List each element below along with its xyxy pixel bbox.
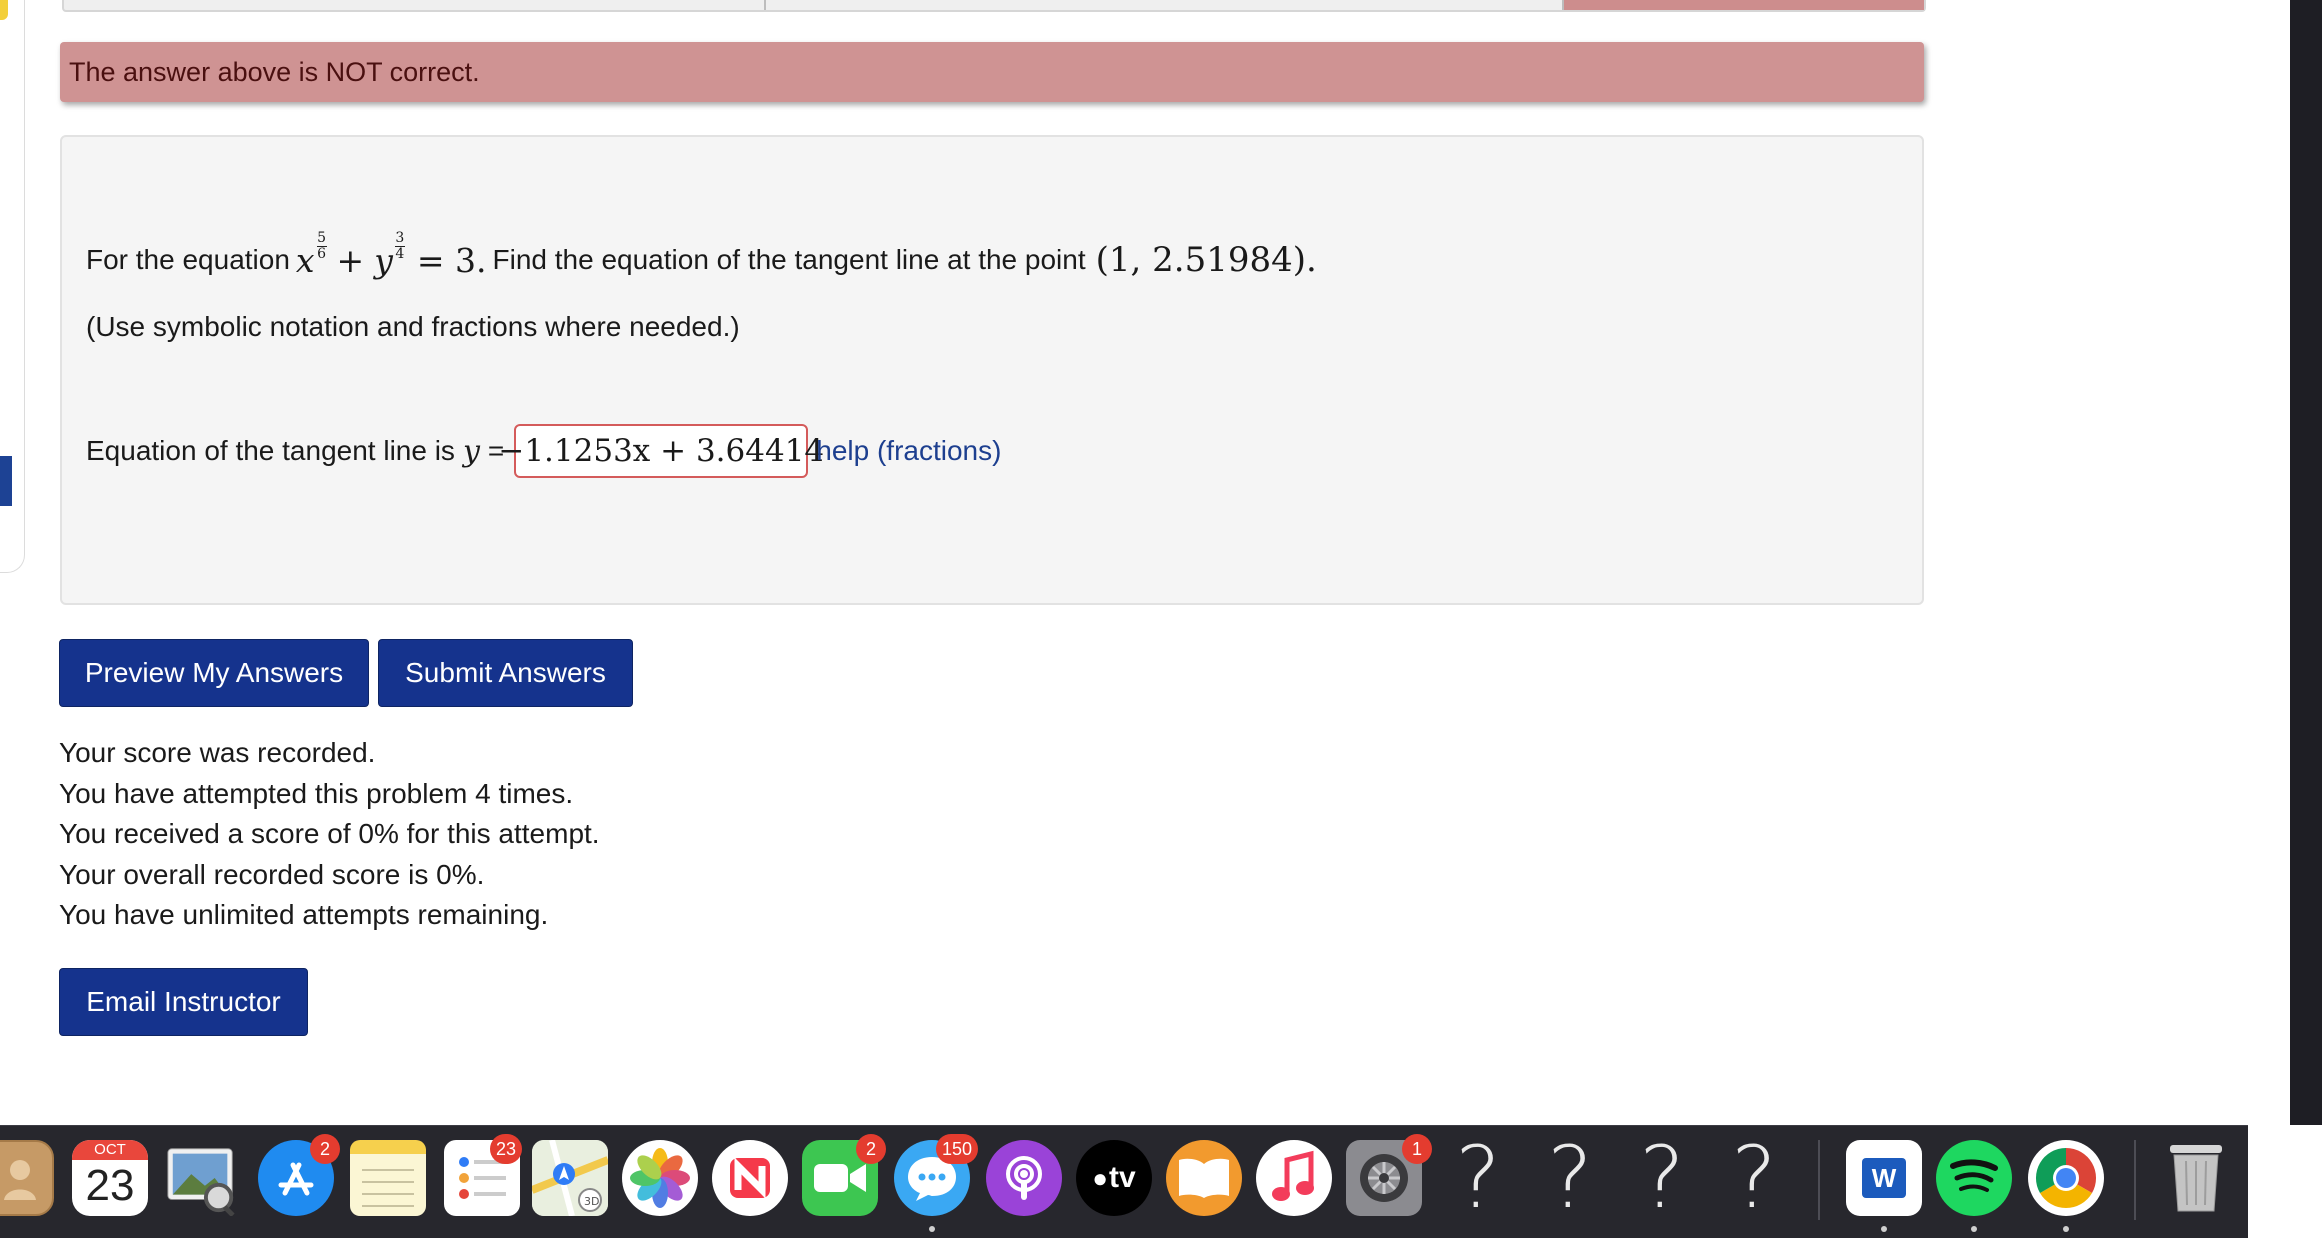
equation-plus: +: [336, 240, 365, 280]
answer-row: Equation of the tangent line is y = −1.1…: [86, 423, 1001, 479]
calendar-day: 23: [85, 1161, 135, 1210]
problem-intro: For the equation: [86, 244, 290, 275]
running-indicator: [2063, 1226, 2069, 1232]
desktop-background: [2290, 0, 2322, 1125]
exponent-y-den: 4: [395, 245, 405, 262]
apple-tv-app-icon[interactable]: ● tv: [1076, 1140, 1152, 1216]
calendar-month: OCT: [72, 1140, 148, 1160]
left-panel-marker: [0, 0, 8, 20]
tangent-point: (1, 2.51984).: [1095, 240, 1317, 280]
exponent-x-num: 5: [317, 229, 326, 246]
apple-logo-icon: ●: [1092, 1162, 1109, 1193]
exponent-x: 5 6: [316, 229, 327, 262]
microsoft-word-icon[interactable]: W: [1846, 1140, 1922, 1216]
score-line: Your overall recorded score is 0%.: [59, 858, 485, 890]
music-app-icon[interactable]: [1256, 1140, 1332, 1216]
maps-app-icon[interactable]: 3D: [532, 1140, 608, 1216]
missing-app-icon[interactable]: ?: [1440, 1128, 1516, 1228]
running-indicator: [1971, 1226, 1977, 1232]
preview-my-answers-button[interactable]: Preview My Answers: [59, 639, 369, 707]
system-settings-badge: 1: [1402, 1134, 1432, 1164]
calendar-app-icon[interactable]: OCT 23: [72, 1140, 148, 1216]
spotify-app-icon[interactable]: [1936, 1140, 2012, 1216]
books-app-icon[interactable]: [1166, 1140, 1242, 1216]
dock-separator: [2134, 1140, 2136, 1220]
results-table-cell: [64, 0, 766, 10]
messages-badge: 150: [936, 1134, 979, 1164]
submit-answers-button[interactable]: Submit Answers: [378, 639, 633, 707]
problem-statement: For the equation x 5 6 + y 3 4 = 3. Find…: [86, 231, 1317, 288]
news-app-icon[interactable]: [712, 1140, 788, 1216]
score-summary: Your score was recorded. You have attemp…: [59, 733, 600, 936]
facetime-badge: 2: [856, 1134, 886, 1164]
trash-icon[interactable]: [2158, 1140, 2234, 1216]
reminders-badge: 23: [490, 1134, 523, 1164]
results-table-cell: [766, 0, 1564, 10]
score-line: You received a score of 0% for this atte…: [59, 818, 600, 850]
podcasts-app-icon[interactable]: [986, 1140, 1062, 1216]
results-table-bottom: [62, 0, 1926, 12]
missing-app-icon[interactable]: ?: [1624, 1128, 1700, 1228]
email-instructor-button[interactable]: Email Instructor: [59, 968, 308, 1036]
exponent-y-num: 3: [395, 229, 405, 246]
problem-note-text: (Use symbolic notation and fractions whe…: [86, 311, 740, 342]
running-indicator: [929, 1226, 935, 1232]
equation: x 5 6 + y 3 4 = 3.: [295, 231, 487, 280]
problem-note: (Use symbolic notation and fractions whe…: [86, 307, 740, 347]
help-fractions-link[interactable]: help (fractions): [816, 435, 1001, 467]
equation-rhs: = 3.: [416, 240, 487, 280]
missing-app-icon[interactable]: ?: [1716, 1128, 1792, 1228]
missing-app-icon[interactable]: ?: [1532, 1128, 1608, 1228]
score-line: Your score was recorded.: [59, 737, 376, 768]
running-indicator: [1881, 1226, 1887, 1232]
score-line: You have attempted this problem 4 times.: [59, 777, 574, 809]
svg-text:3D: 3D: [584, 1195, 599, 1208]
answer-label: Equation of the tangent line is: [86, 435, 455, 466]
app-store-badge: 2: [310, 1134, 340, 1164]
contacts-app-icon[interactable]: [0, 1140, 54, 1216]
dock-separator: [1818, 1140, 1820, 1220]
equation-y: y: [374, 240, 393, 280]
notes-app-icon[interactable]: [350, 1140, 426, 1216]
exponent-y: 3 4: [394, 229, 405, 262]
problem-question: Find the equation of the tangent line at…: [492, 244, 1086, 275]
left-panel-tab[interactable]: [0, 456, 12, 506]
apple-tv-label: tv: [1109, 1161, 1136, 1194]
photos-app-icon[interactable]: [622, 1140, 698, 1216]
answer-input[interactable]: −1.1253x + 3.64414: [498, 424, 824, 478]
score-line: You have unlimited attempts remaining.: [59, 899, 549, 931]
equation-x: x: [295, 240, 315, 280]
chrome-app-icon[interactable]: [2028, 1140, 2104, 1216]
incorrect-answer-banner: The answer above is NOT correct.: [60, 42, 1924, 102]
results-table-cell-incorrect: [1564, 0, 1924, 10]
exponent-x-den: 6: [317, 245, 326, 262]
problem-box: For the equation x 5 6 + y 3 4 = 3. Find…: [60, 135, 1924, 605]
answer-variable: y: [462, 433, 480, 469]
preview-app-icon[interactable]: [164, 1140, 240, 1216]
word-logo: W: [1862, 1158, 1906, 1198]
banner-message: The answer above is NOT correct.: [69, 56, 480, 87]
